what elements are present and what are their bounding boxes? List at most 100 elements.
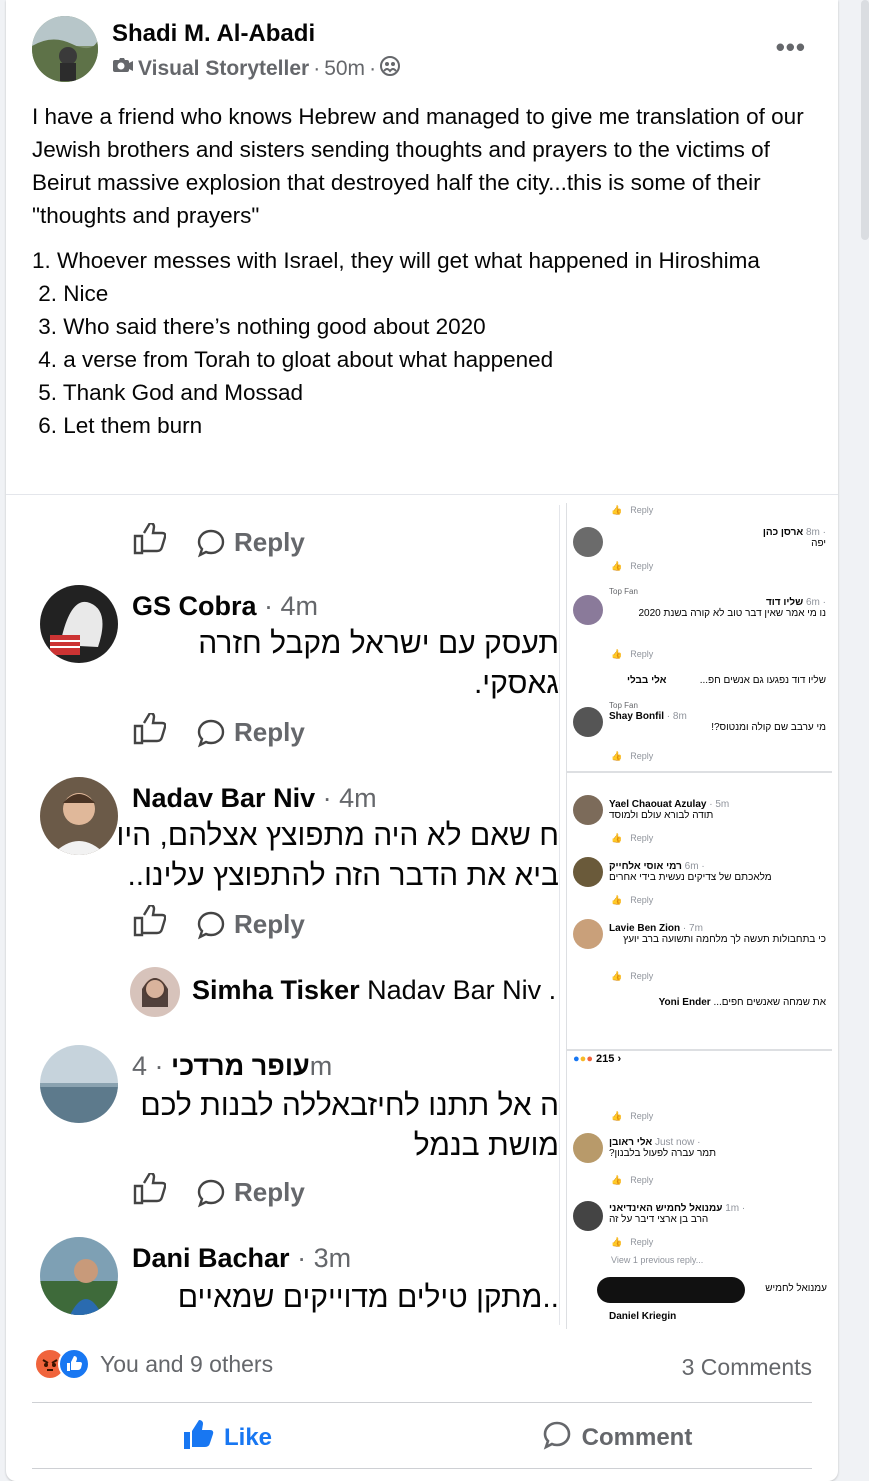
- reply-bubble-icon: [197, 719, 225, 747]
- comment-text: ה אל תתנו לחיזבאללה לבנות לכם: [140, 1089, 559, 1122]
- post-text: I have a friend who knows Hebrew and man…: [32, 100, 812, 442]
- mini-divider: [567, 771, 832, 773]
- page-scrollbar[interactable]: [861, 0, 869, 240]
- post-header: Shadi M. Al-Abadi Visual Storyteller · 5…: [32, 16, 818, 86]
- comment-avatar: [40, 777, 118, 855]
- post-meta: Visual Storyteller · 50m ·: [112, 56, 401, 82]
- reactions-text: You and 9 others: [100, 1350, 274, 1377]
- nested-reply-avatar: [130, 967, 180, 1017]
- list-item: 5. Thank God and Mossad: [32, 380, 303, 405]
- comment-author: Dani Bachar · 3m: [132, 1243, 352, 1273]
- like-thumb-icon: [132, 903, 167, 944]
- audience-friends-icon[interactable]: [380, 56, 401, 82]
- comment-label: Comment: [581, 1424, 693, 1451]
- mini-avatar: [573, 707, 603, 737]
- comment-author: עופר מרדכי · 4m: [132, 1051, 333, 1081]
- reply-bubble-icon: [197, 529, 225, 557]
- author-subtitle: Visual Storyteller: [138, 57, 310, 80]
- reply-link: Reply: [196, 717, 305, 748]
- post-image[interactable]: Reply GS Cobra · 4m תעסק עם ישראל מקבל ח…: [6, 494, 838, 1330]
- mini-comment: Lavie Ben Zion · 7m כי בתחבולות תעשה לך מ…: [609, 923, 826, 945]
- like-button[interactable]: Like: [32, 1412, 422, 1464]
- mini-divider: [567, 1049, 832, 1051]
- post-intro: I have a friend who knows Hebrew and man…: [32, 104, 804, 228]
- mini-avatar: [573, 795, 603, 825]
- comment-text: ביא את הדבר הזה להתפוצץ עלינו..: [127, 859, 559, 892]
- reaction-icons: [34, 1348, 90, 1380]
- mini-avatar: [573, 857, 603, 887]
- mini-comment: · 1m עמנואל לחמיש האינדיאני הרב בן ארצי ד…: [609, 1203, 826, 1225]
- post-time[interactable]: 50m: [324, 57, 365, 81]
- mini-comment-author: · 8m ארסן כהן: [762, 527, 826, 538]
- post-list: 1. Whoever messes with Israel, they will…: [32, 244, 812, 442]
- comment-avatar: [40, 1045, 118, 1123]
- mini-comment-author: אלי בבלי: [627, 675, 667, 686]
- mini-top-fan: Top Fan: [609, 587, 638, 596]
- like-label: Like: [223, 1424, 273, 1451]
- mini-comment-author: Lavie Ben Zion · 7m: [609, 923, 703, 934]
- mini-avatar: [573, 919, 603, 949]
- comment-actions: Reply: [132, 1171, 305, 1212]
- mini-comment-text: את שמחה שאנשים חפים... Yoni Ender: [658, 997, 826, 1008]
- comment-text: תעסק עם ישראל מקבל חזרה: [198, 627, 559, 660]
- mini-actions: 👍 Reply: [611, 505, 654, 515]
- comment-text: ח שאם לא היה מתפוצץ אצלהם, היו: [116, 819, 559, 852]
- mini-comment: · 6m שליו דוד נו מי אמר שאין דבר טוב לא ק…: [609, 597, 827, 619]
- comment-button[interactable]: Comment: [422, 1412, 812, 1464]
- reply-link: Reply: [196, 909, 305, 940]
- nested-reply-text: Simha Tisker Nadav Bar Niv .: [192, 975, 557, 1005]
- mini-view-previous: View 1 previous reply...: [611, 1255, 704, 1265]
- like-thumb-icon: [132, 1171, 167, 1212]
- right-screenshot: 👍 Reply · 8m ארסן כהן יפה 👍 Reply Top Fan ·…: [566, 503, 832, 1329]
- comment-actions: Reply: [132, 903, 305, 944]
- mini-comment: את שמחה שאנשים חפים... Yoni Ender: [609, 997, 826, 1008]
- mini-comment: Yael Chaouat Azulay · 5m תודה לבורא עולם …: [609, 799, 826, 821]
- mini-comment-author: · 1m עמנואל לחמיש האינדיאני: [609, 1203, 746, 1214]
- mini-comment-author: · Just now אלי ראובן: [609, 1137, 701, 1148]
- author-avatar[interactable]: [32, 16, 98, 82]
- reply-bubble-icon: [197, 911, 225, 939]
- mini-comment-author: Shay Bonfil · 8m: [609, 711, 687, 722]
- mini-comment: Daniel Kriegin: [609, 1311, 677, 1322]
- mini-avatar: [573, 1133, 603, 1163]
- mini-comment-text: מי ערבב שם קולה ומנטוס?!: [711, 722, 826, 733]
- comment-text: מושת בנמל: [413, 1129, 559, 1162]
- reaction-summary[interactable]: You and 9 others: [34, 1348, 273, 1380]
- like-thumb-icon: [132, 711, 167, 752]
- meta-separator: ·: [369, 57, 377, 80]
- mini-avatar: [573, 1201, 603, 1231]
- mini-comment-text: נו מי אמר שאין דבר טוב לא קורה בשנת 2020: [638, 608, 827, 619]
- mini-comment: · 8m ארסן כהן יפה: [609, 527, 826, 549]
- mini-comment-text: מלאכתם של צדיקים נעשית בידי אחרים: [609, 872, 772, 883]
- comment-author: Nadav Bar Niv · 4m: [132, 783, 377, 813]
- like-icon: [182, 1419, 214, 1457]
- like-reaction-icon: [58, 1348, 90, 1380]
- mini-comment-author: · 6m שליו דוד: [765, 597, 826, 608]
- mini-comment-text: תמר עברה לפעול בלבנון?: [609, 1148, 717, 1159]
- nested-reply: Simha Tisker Nadav Bar Niv .: [130, 967, 559, 1019]
- comment-text: ..מתקן טילים מדוייקים שמאיים: [177, 1281, 559, 1314]
- mini-comment-text: הרב בן ארצי דיבר על זה: [609, 1214, 709, 1225]
- comment-author: GS Cobra · 4m: [132, 591, 319, 621]
- post-actions: Like Comment: [32, 1412, 812, 1464]
- mini-comment-text: תודה לבורא עולם ולמוסד: [609, 810, 714, 821]
- mini-react-count: ●●● 215 ›: [573, 1053, 622, 1065]
- mini-comment-author: Yael Chaouat Azulay · 5m: [609, 799, 730, 810]
- mini-comment: Shay Bonfil · 8m מי ערבב שם קולה ומנטוס?!: [609, 711, 826, 733]
- mini-comment: · Just now אלי ראובן תמר עברה לפעול בלבנו…: [609, 1137, 826, 1159]
- list-item: 6. Let them burn: [32, 413, 203, 438]
- comment-icon: [542, 1420, 572, 1457]
- comment-text: גאסקי.: [473, 667, 559, 700]
- comment-avatar: [40, 1237, 118, 1315]
- reply-link: Reply: [196, 527, 305, 558]
- comments-count-link[interactable]: 3 Comments: [682, 1354, 812, 1381]
- list-item: 1. Whoever messes with Israel, they will…: [32, 248, 760, 273]
- author-name[interactable]: Shadi M. Al-Abadi: [112, 20, 315, 48]
- mini-redacted-comment: [597, 1277, 745, 1303]
- comment-avatar: [40, 585, 118, 663]
- more-options-button[interactable]: •••: [776, 32, 806, 63]
- list-item: 2. Nice: [32, 281, 109, 306]
- mini-comment-prefix: עמנואל לחמיש: [765, 1283, 827, 1294]
- list-item: 4. a verse from Torah to gloat about wha…: [32, 347, 554, 372]
- like-thumb-icon: [132, 521, 167, 562]
